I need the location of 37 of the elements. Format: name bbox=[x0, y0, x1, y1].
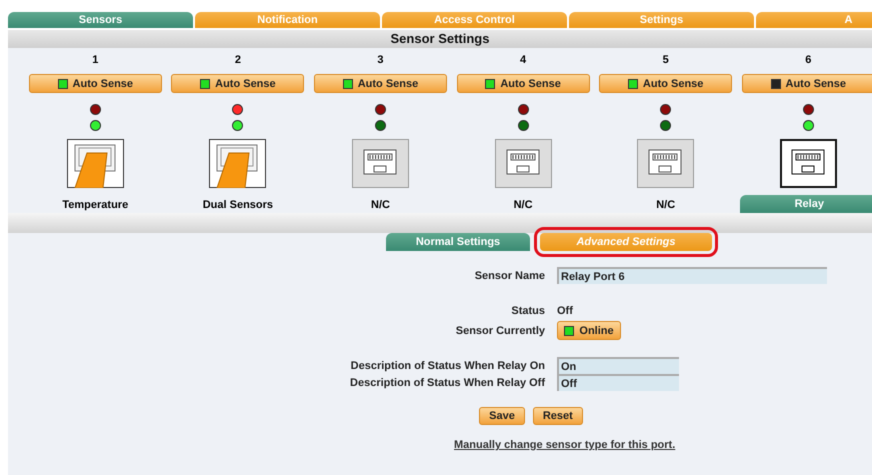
field-label: Sensor Currently bbox=[454, 324, 545, 336]
ethernet-port-icon bbox=[780, 139, 837, 188]
ethernet-port-icon bbox=[637, 139, 694, 188]
port-number: 1 bbox=[92, 54, 98, 68]
port-number: 3 bbox=[377, 54, 384, 68]
port-label: N/C bbox=[514, 198, 533, 212]
port-label: Temperature bbox=[62, 198, 128, 212]
auto-sense-button[interactable]: Auto Sense bbox=[171, 74, 304, 93]
change-type-link[interactable]: Manually change sensor type for this port. bbox=[454, 439, 676, 451]
auto-sense-button[interactable]: Auto Sense bbox=[456, 74, 590, 93]
online-button[interactable]: Online bbox=[557, 321, 621, 340]
field-label: Sensor Name bbox=[474, 270, 545, 282]
ethernet-port-icon bbox=[352, 139, 409, 188]
section-heading: Sensor Settings bbox=[8, 28, 872, 48]
port-number: 5 bbox=[662, 54, 669, 68]
field-label: Status bbox=[510, 305, 545, 317]
port-number: 4 bbox=[520, 54, 526, 68]
auto-sense-button[interactable]: Auto Sense bbox=[599, 74, 732, 93]
auto-sense-button[interactable]: Auto Sense bbox=[28, 74, 162, 93]
auto-sense-button[interactable]: Auto Sense bbox=[742, 74, 872, 93]
field-label: Description of Status When Relay On bbox=[350, 360, 545, 372]
sensor-name-field[interactable]: Relay Port 6 bbox=[557, 267, 827, 284]
plugged-port-icon bbox=[66, 139, 124, 188]
port-label: Dual Sensors bbox=[202, 198, 274, 212]
port-label: N/C bbox=[371, 198, 390, 212]
ethernet-port-icon bbox=[494, 139, 552, 188]
port-number: 6 bbox=[805, 54, 812, 68]
action-button[interactable]: Reset bbox=[532, 407, 583, 425]
description-field[interactable]: Off bbox=[557, 374, 679, 391]
description-field[interactable]: On bbox=[557, 357, 679, 374]
action-button[interactable]: Save bbox=[479, 407, 525, 425]
port-number: 2 bbox=[234, 54, 241, 68]
port-label: N/C bbox=[656, 198, 676, 212]
status-value: Off bbox=[557, 304, 574, 319]
auto-sense-button[interactable]: Auto Sense bbox=[314, 74, 447, 93]
plugged-port-icon bbox=[209, 139, 266, 188]
field-label: Description of Status When Relay Off bbox=[349, 376, 545, 388]
